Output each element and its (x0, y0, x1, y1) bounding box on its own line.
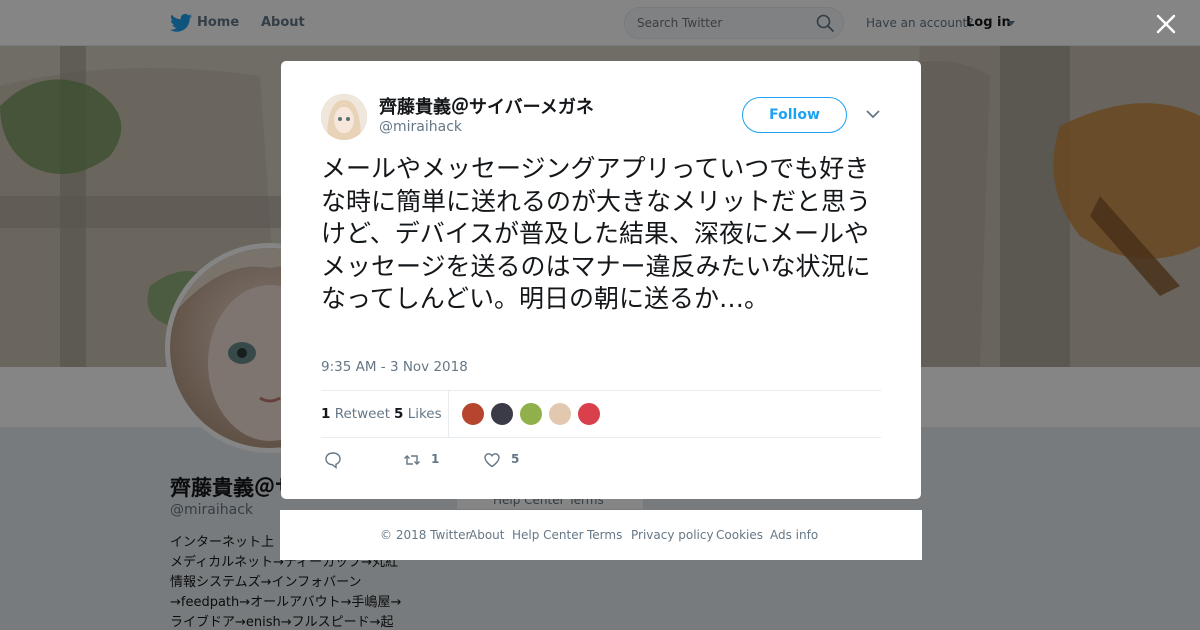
heart-icon[interactable] (483, 451, 501, 469)
stats-divider (448, 391, 449, 438)
retweet-stat[interactable]: 1 Retweet (321, 406, 390, 422)
liker-avatar[interactable] (461, 402, 485, 426)
tweet-text: メールやメッセージングアプリっていつでも好きな時に簡単に送れるのが大きなメリット… (321, 154, 872, 313)
likes-stat-count: 5 (394, 406, 404, 422)
author-handle[interactable]: @miraihack (379, 119, 462, 135)
tweet-actions: 1 5 (321, 449, 881, 473)
reply-icon[interactable] (324, 451, 342, 469)
author-avatar[interactable] (321, 94, 367, 140)
chevron-down-icon[interactable] (866, 109, 880, 119)
like-count: 5 (511, 452, 520, 466)
author-name[interactable]: 齊藤貴義＠サイバーメガネ (379, 93, 594, 119)
footer-about-link[interactable]: About (469, 528, 504, 542)
footer-copyright: © 2018 Twitter (380, 528, 471, 542)
retweet-icon[interactable] (403, 451, 421, 469)
footer-ads-link[interactable]: Ads info (770, 528, 818, 542)
liker-avatar[interactable] (519, 402, 543, 426)
likes-stat[interactable]: 5 Likes (394, 406, 442, 422)
likes-stat-label: Likes (407, 406, 442, 422)
close-icon[interactable] (1155, 13, 1177, 35)
liker-avatar[interactable] (490, 402, 514, 426)
liker-avatar[interactable] (577, 402, 601, 426)
retweet-count: 1 (431, 452, 440, 466)
doll-face-illustration (321, 94, 367, 140)
footer-help-link[interactable]: Help Center (512, 528, 584, 542)
liker-avatar[interactable] (548, 402, 572, 426)
retweet-stat-count: 1 (321, 406, 331, 422)
footer-terms-link[interactable]: Terms (587, 528, 622, 542)
footer-cookies-link[interactable]: Cookies (716, 528, 763, 542)
follow-button[interactable]: Follow (742, 97, 847, 133)
footer-links: © 2018 Twitter About Help Center Terms P… (280, 510, 922, 560)
footer-privacy-link[interactable]: Privacy policy (631, 528, 714, 542)
tweet-stats: 1 Retweet 5 Likes (321, 390, 881, 438)
retweet-stat-label: Retweet (334, 406, 391, 422)
tweet-modal: 齊藤貴義＠サイバーメガネ @miraihack Follow メールやメッセージ… (281, 61, 921, 499)
tweet-timestamp[interactable]: 9:35 AM - 3 Nov 2018 (321, 359, 468, 375)
